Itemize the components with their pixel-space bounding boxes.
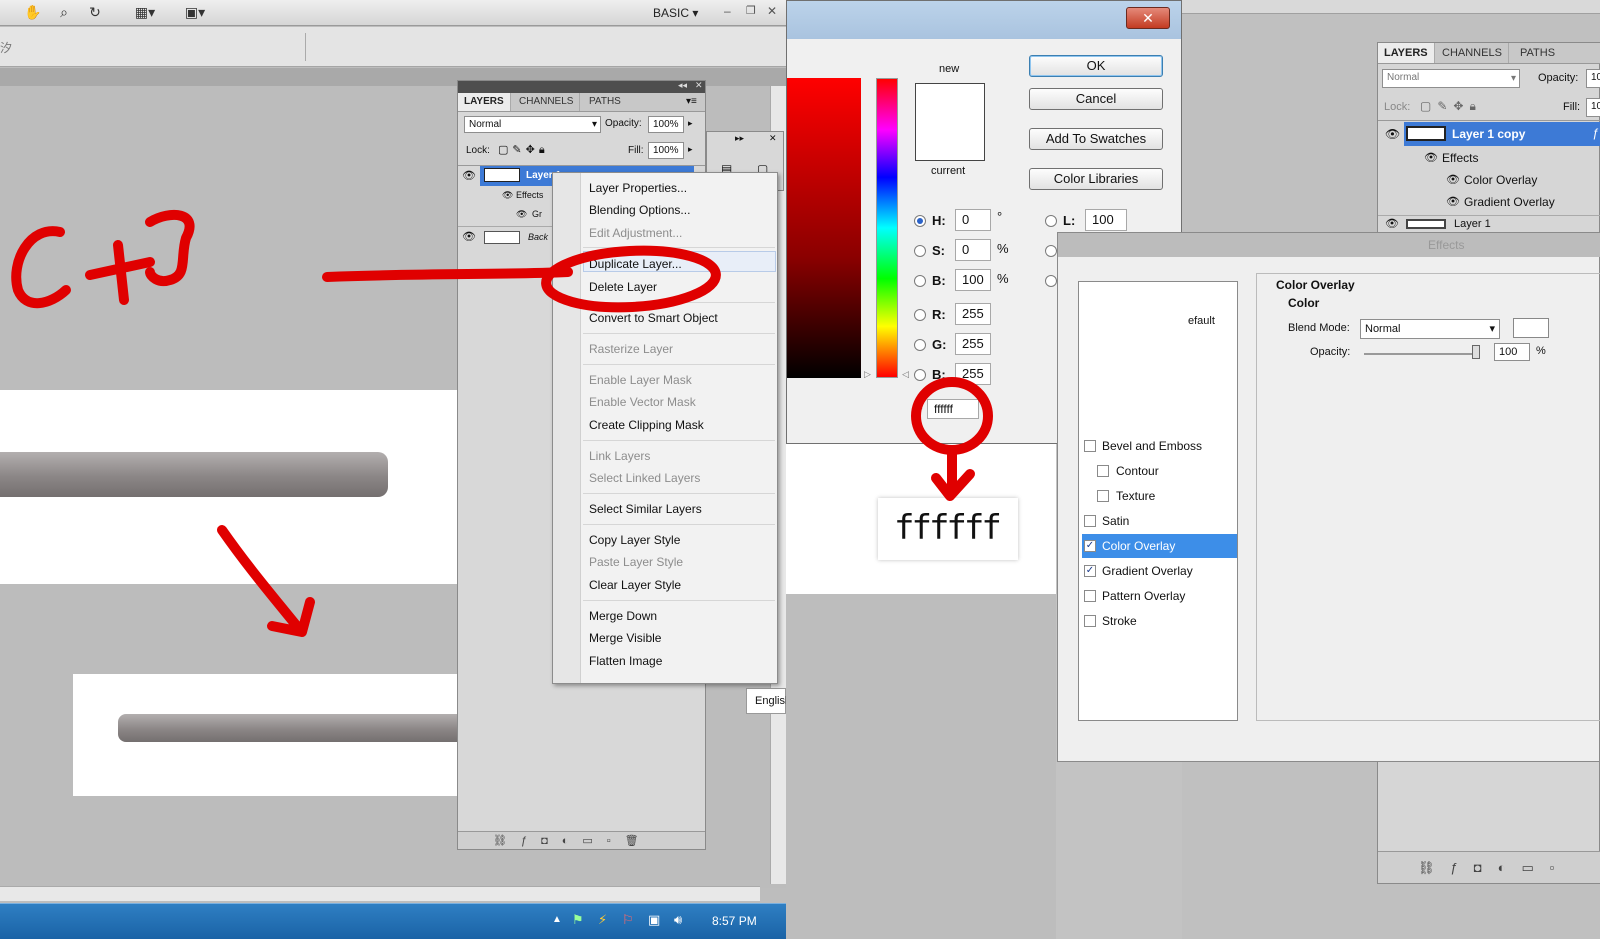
annotation-overlay [11, 209, 993, 637]
annotation-letter-j [145, 209, 195, 286]
annotation-arrow-hex [931, 445, 975, 501]
annotation-plus [85, 240, 155, 305]
annotation-arrow-line [322, 267, 573, 282]
annotation-circle-hex [911, 377, 993, 455]
annotation-letter-c [11, 226, 71, 309]
annotation-circle-duplicate [541, 245, 721, 313]
annotation-arrow-down [217, 525, 315, 637]
